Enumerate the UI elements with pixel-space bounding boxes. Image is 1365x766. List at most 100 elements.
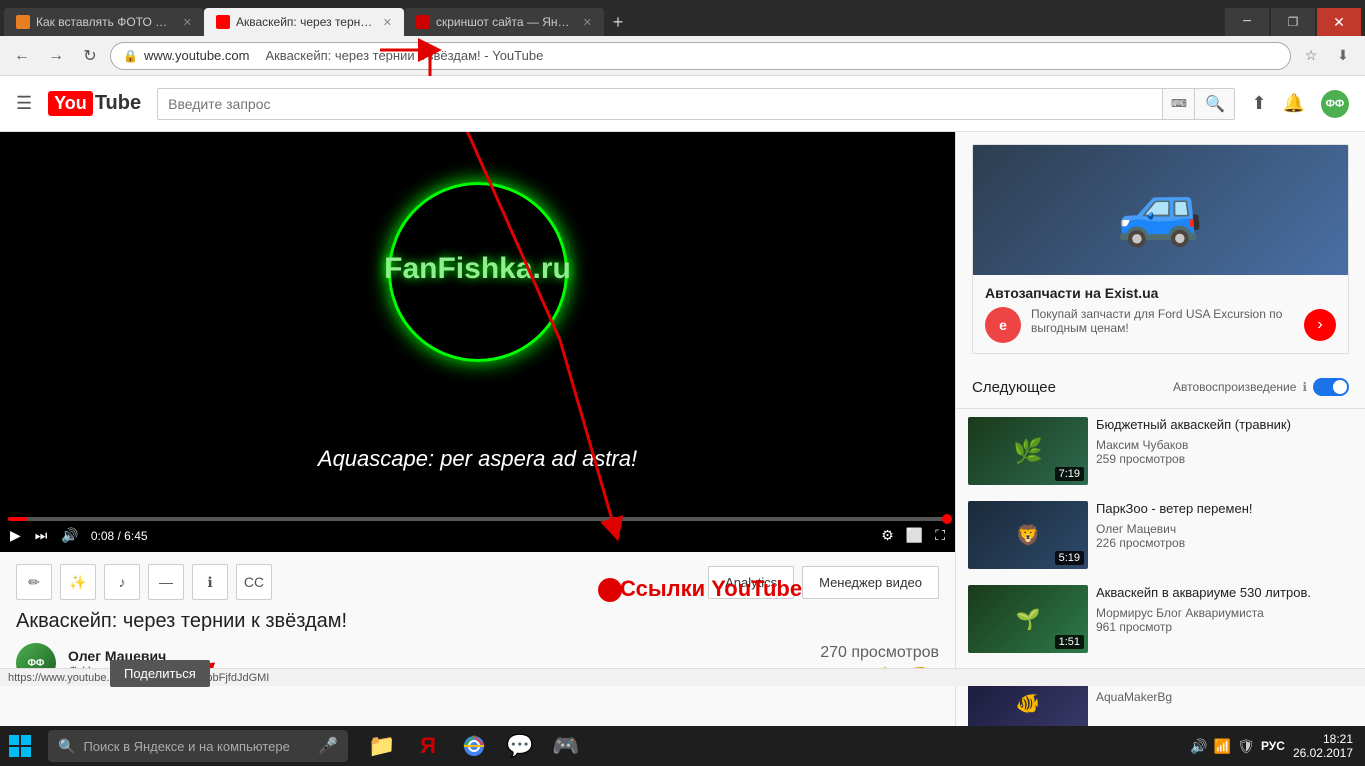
window-restore[interactable]: ❐	[1271, 8, 1315, 36]
bookmark-button[interactable]: ☆	[1297, 42, 1325, 70]
yt-logo[interactable]: You Tube	[48, 91, 141, 116]
sidebar-header: Следующее Автовоспроизведение ℹ	[956, 366, 1365, 409]
rec-info-2: ПаркЗоо - ветер перемен! Олег Мацевич 22…	[1096, 501, 1353, 569]
nav-actions: ☆ ⬇	[1297, 42, 1357, 70]
volume-button[interactable]: 🔊	[59, 525, 80, 546]
time-display: 0:08 / 6:45	[91, 529, 148, 543]
yt-user-avatar[interactable]: ФФ	[1321, 90, 1349, 118]
video-player[interactable]: FanFishka.ru Aquascape: per aspera ad as…	[0, 132, 955, 552]
video-controls-right: ⚙ ⬜ ⛶	[879, 525, 947, 546]
address-path: Акваскейп: через тернии к звёздам! - You…	[265, 48, 543, 63]
sidebar: 🚙 Автозапчасти на Exist.ua e Покупай зап…	[955, 132, 1365, 726]
yt-upload-icon[interactable]: ⬆	[1251, 93, 1266, 114]
browser-tab-1[interactable]: Как вставлять ФОТО и ВИД... ✕	[4, 8, 204, 36]
rec-views-1: 259 просмотров	[1096, 452, 1353, 466]
rec-duration-1: 7:19	[1055, 467, 1084, 481]
video-controls: ▶ ⏭ 🔊 0:08 / 6:45 ⚙ ⬜ ⛶	[8, 521, 947, 546]
yt-search-bar[interactable]: ⌨ 🔍	[157, 88, 1235, 120]
tab-favicon-3	[416, 15, 430, 29]
yt-search-input[interactable]	[158, 89, 1162, 119]
video-progress-fill	[8, 517, 27, 521]
window-close[interactable]: ✕	[1317, 8, 1361, 36]
sidebar-next-label: Следующее	[972, 379, 1056, 396]
ad-image: 🚙	[973, 145, 1348, 275]
yt-header: ☰ You Tube ⌨ 🔍 ⬆ 🔔 ФФ	[0, 76, 1365, 132]
rec-video-1[interactable]: 🌿 7:19 Бюджетный акваскейп (травник) Мак…	[956, 409, 1365, 493]
rec-duration-3: 1:51	[1055, 635, 1084, 649]
miniplayer-button[interactable]: ⬜	[904, 525, 925, 546]
window-minimize[interactable]: −	[1225, 8, 1269, 36]
rec-duration-2: 5:19	[1055, 551, 1084, 565]
rec-thumb-2: 🦁 5:19	[968, 501, 1088, 569]
rec-info-1: Бюджетный акваскейп (травник) Максим Чуб…	[1096, 417, 1353, 485]
back-button[interactable]: ←	[8, 42, 36, 70]
new-tab-button[interactable]: +	[604, 8, 632, 36]
ad-banner: 🚙 Автозапчасти на Exist.ua e Покупай зап…	[972, 144, 1349, 354]
yt-menu-icon[interactable]: ☰	[16, 93, 32, 114]
youtube-page: ☰ You Tube ⌨ 🔍 ⬆ 🔔 ФФ	[0, 76, 1365, 726]
ad-logo: e	[985, 307, 1021, 343]
left-column: FanFishka.ru Aquascape: per aspera ad as…	[0, 132, 955, 726]
browser-tab-3[interactable]: скриншот сайта — Яндекс... ✕	[404, 8, 604, 36]
settings-button[interactable]: ⚙	[879, 525, 896, 546]
video-progress-dot	[942, 514, 952, 524]
minus-button[interactable]: —	[148, 564, 184, 600]
yt-logo-you: You	[48, 91, 93, 116]
tab-label-2: Акваскейп: через терни...	[236, 15, 373, 29]
share-tooltip[interactable]: Поделиться	[110, 660, 210, 687]
ad-arrow-button[interactable]: ›	[1304, 309, 1336, 341]
yt-search-kbd-button[interactable]: ⌨	[1162, 89, 1194, 119]
autoplay-toggle[interactable]	[1313, 378, 1349, 396]
analytics-button[interactable]: Analytics	[708, 566, 794, 599]
cc-button[interactable]: CC	[236, 564, 272, 600]
rec-channel-4: AquaMakerBg	[1096, 690, 1353, 704]
rec-title-2: ПаркЗоо - ветер перемен!	[1096, 501, 1353, 518]
yt-bell-icon[interactable]: 🔔	[1283, 93, 1305, 114]
address-bar[interactable]: 🔒 www.youtube.com Акваскейп: через терни…	[110, 42, 1291, 70]
yt-search-button[interactable]: 🔍	[1194, 89, 1234, 119]
browser-tab-2[interactable]: Акваскейп: через терни... ✕	[204, 8, 404, 36]
video-bg: FanFishka.ru Aquascape: per aspera ad as…	[0, 132, 955, 552]
tab-close-3[interactable]: ✕	[583, 16, 592, 29]
download-button[interactable]: ⬇	[1329, 42, 1357, 70]
view-count: 270 просмотров	[820, 644, 939, 662]
play-button[interactable]: ▶	[8, 525, 23, 546]
fullscreen-button[interactable]: ⛶	[933, 525, 947, 546]
rec-video-2[interactable]: 🦁 5:19 ПаркЗоо - ветер перемен! Олег Мац…	[956, 493, 1365, 577]
ad-text: Покупай запчасти для Ford USA Excursion …	[1031, 307, 1294, 335]
tab-close-2[interactable]: ✕	[383, 16, 392, 29]
address-domain: www.youtube.com	[144, 48, 250, 63]
rec-views-3: 961 просмотр	[1096, 620, 1353, 634]
rec-thumb-1: 🌿 7:19	[968, 417, 1088, 485]
ad-truck-icon: 🚙	[1117, 169, 1204, 251]
rec-thumb-3: 🌱 1:51	[968, 585, 1088, 653]
edit-button[interactable]: ✏	[16, 564, 52, 600]
rec-views-2: 226 просмотров	[1096, 536, 1353, 550]
autoplay-knob	[1333, 380, 1347, 394]
rec-video-3[interactable]: 🌱 1:51 Акваскейп в аквариуме 530 литров.…	[956, 577, 1365, 661]
info-button[interactable]: ℹ	[192, 564, 228, 600]
next-button[interactable]: ⏭	[33, 525, 50, 546]
rec-title-3: Акваскейп в аквариуме 530 литров.	[1096, 585, 1353, 602]
autoplay-info-icon[interactable]: ℹ	[1302, 380, 1307, 394]
forward-button[interactable]: →	[42, 42, 70, 70]
refresh-button[interactable]: ↻	[76, 42, 104, 70]
ad-content: Автозапчасти на Exist.ua e Покупай запча…	[973, 275, 1348, 353]
autoplay-section: Автовоспроизведение ℹ	[1173, 378, 1349, 396]
wand-button[interactable]: ✨	[60, 564, 96, 600]
yt-header-right: ⬆ 🔔 ФФ	[1251, 90, 1349, 118]
nav-bar: ← → ↻ 🔒 www.youtube.com Акваскейп: через…	[0, 36, 1365, 76]
autoplay-label: Автовоспроизведение	[1173, 380, 1296, 394]
tab-close-1[interactable]: ✕	[183, 16, 192, 29]
content-area: FanFishka.ru Aquascape: per aspera ad as…	[0, 132, 1365, 726]
video-title: Акваскейп: через тернии к звёздам!	[16, 610, 939, 633]
rec-channel-3: Мормирус Блог Аквариумиста	[1096, 606, 1353, 620]
rec-title-1: Бюджетный акваскейп (травник)	[1096, 417, 1353, 434]
rec-channel-2: Олег Мацевич	[1096, 522, 1353, 536]
tab-bar: Как вставлять ФОТО и ВИД... ✕ Акваскейп:…	[0, 0, 1365, 36]
video-manager-button[interactable]: Менеджер видео	[802, 566, 939, 599]
tab-favicon-2	[216, 15, 230, 29]
video-progress-bar[interactable]	[8, 517, 947, 521]
music-button[interactable]: ♪	[104, 564, 140, 600]
tab-favicon-1	[16, 15, 30, 29]
